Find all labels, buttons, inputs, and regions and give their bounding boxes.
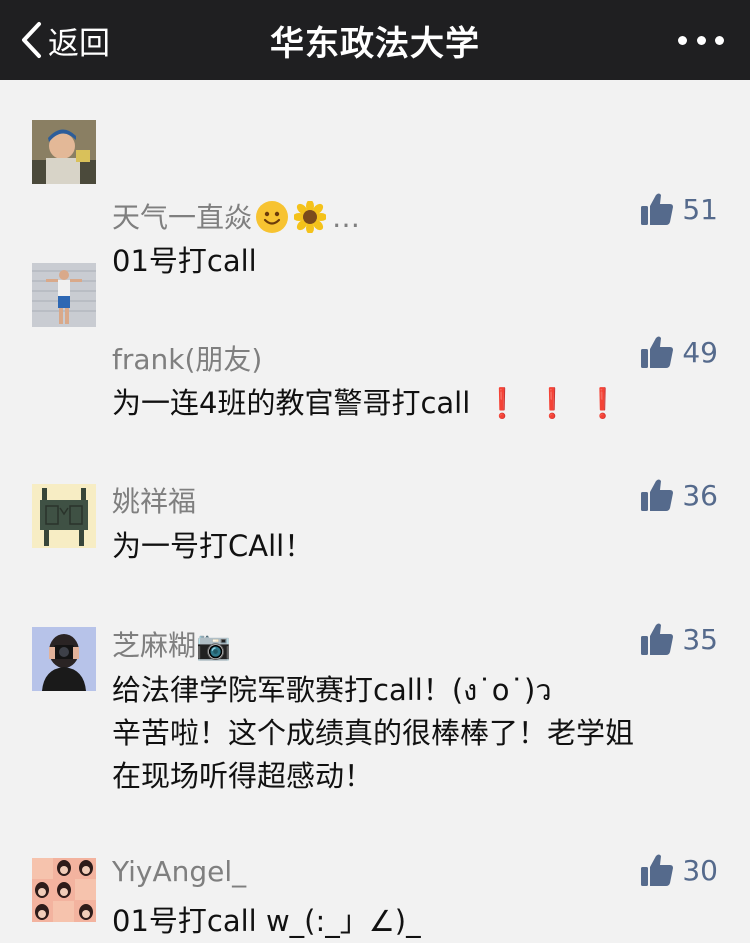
back-button[interactable]: 返回 <box>20 16 110 64</box>
like-button[interactable]: 35 <box>640 622 718 656</box>
chevron-left-icon <box>22 22 41 58</box>
more-dot-icon <box>715 35 724 45</box>
avatar-bronze-vessel <box>32 484 96 548</box>
like-button[interactable]: 30 <box>640 853 718 887</box>
comment-text: 为一连4班的教官警哥打call ❗ ❗ ❗ <box>112 382 722 425</box>
comment-text-body: 为一连4班的教官警哥打call <box>112 386 471 420</box>
like-count: 51 <box>682 192 718 226</box>
more-dot-icon <box>678 35 687 45</box>
avatar-camera-girl <box>32 627 96 691</box>
navigation-bar: 返回 华东政法大学 <box>0 0 750 80</box>
user-avatar[interactable] <box>32 627 96 691</box>
thumbs-up-icon <box>641 854 674 886</box>
thumbs-up-icon <box>641 336 674 368</box>
avatar-child-photo <box>32 120 96 184</box>
comment-author[interactable]: YiyAngel_ <box>112 855 246 888</box>
comment-text: 为一号打CAll！ <box>112 529 314 563</box>
thumbs-up-icon <box>641 193 674 225</box>
comment-author[interactable]: 姚祥福 <box>112 480 196 520</box>
user-avatar[interactable] <box>32 484 96 548</box>
like-button[interactable]: 36 <box>640 478 718 512</box>
user-avatar[interactable] <box>32 120 96 184</box>
comment-author[interactable]: frank(朋友) <box>112 338 262 378</box>
back-label: 返回 <box>48 25 110 62</box>
like-count: 49 <box>682 335 718 369</box>
sunflower-emoji-icon <box>293 200 328 234</box>
user-avatar[interactable] <box>32 263 96 327</box>
like-button[interactable]: 51 <box>640 192 718 226</box>
user-avatar[interactable] <box>32 858 96 922</box>
comment-author[interactable]: 芝麻糊📷 <box>112 624 231 664</box>
thumbs-up-icon <box>641 479 674 511</box>
exclamation-emoji-icon: ❗ <box>484 386 521 420</box>
comment-author[interactable]: 天气一直焱 … <box>112 196 360 236</box>
like-count: 30 <box>682 853 718 887</box>
like-count: 35 <box>682 622 718 656</box>
exclamation-emoji-icon: ❗ <box>534 386 571 420</box>
comment-text: 给法律学院军歌赛打call！(ง˙o˙)ว 辛苦啦！这个成绩真的很棒棒了！老学姐… <box>112 673 635 793</box>
like-count: 36 <box>682 478 718 512</box>
name-ellipsis: … <box>332 201 361 234</box>
comment-text: 01号打call w_(:_」∠)_ <box>112 904 421 938</box>
avatar-girl-collage <box>32 858 96 922</box>
comment-text: 01号打call <box>112 244 257 278</box>
like-button[interactable]: 49 <box>640 335 718 369</box>
more-menu-button[interactable] <box>678 26 724 54</box>
thumbs-up-icon <box>641 623 674 655</box>
avatar-person-photo <box>32 263 96 327</box>
exclamation-emoji-icon: ❗ <box>584 386 621 420</box>
more-dot-icon <box>696 35 706 45</box>
page-title: 华东政法大学 <box>270 23 480 64</box>
author-name: 天气一直焱 <box>112 201 253 234</box>
smiley-emoji-icon <box>256 201 289 233</box>
